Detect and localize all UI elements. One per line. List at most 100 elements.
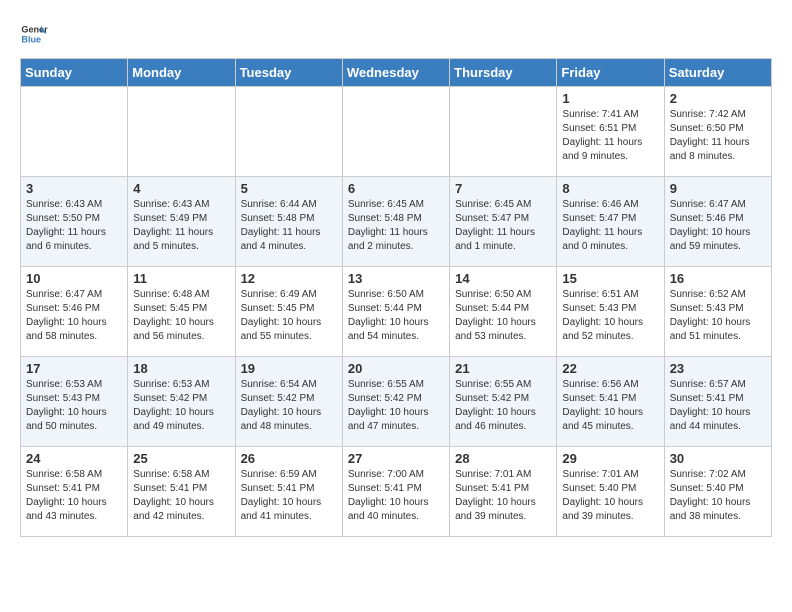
- weekday-header: Thursday: [450, 59, 557, 87]
- calendar-cell: 19Sunrise: 6:54 AM Sunset: 5:42 PM Dayli…: [235, 357, 342, 447]
- calendar-cell: 8Sunrise: 6:46 AM Sunset: 5:47 PM Daylig…: [557, 177, 664, 267]
- calendar-cell: 6 Sunrise: 6:45 AM Sunset: 5:48 PM Daylig…: [342, 177, 449, 267]
- day-info: Sunrise: 6:44 AM Sunset: 5:48 PM Dayligh…: [241, 198, 337, 254]
- day-number: 6: [348, 181, 444, 196]
- day-info: Sunrise: 6:54 AM Sunset: 5:42 PM Dayligh…: [241, 378, 337, 434]
- day-number: 18: [133, 361, 229, 376]
- day-info: Sunrise: 6:43 AM Sunset: 5:50 PM Dayligh…: [26, 198, 122, 254]
- day-info: Sunrise: 6:55 AM Sunset: 5:42 PM Dayligh…: [348, 378, 444, 434]
- day-info: Sunrise: 6:58 AM Sunset: 5:41 PM Dayligh…: [133, 468, 229, 524]
- calendar-cell: 15 Sunrise: 6:51 AM Sunset: 5:43 PM Dayli…: [557, 267, 664, 357]
- calendar-cell: 1Sunrise: 7:41 AM Sunset: 6:51 PM Daylig…: [557, 87, 664, 177]
- day-number: 10: [26, 271, 122, 286]
- day-number: 22: [562, 361, 658, 376]
- day-info: Sunrise: 6:47 AM Sunset: 5:46 PM Dayligh…: [670, 198, 766, 254]
- day-info: Sunrise: 7:01 AM Sunset: 5:40 PM Dayligh…: [562, 468, 658, 524]
- day-info: Sunrise: 6:51 AM Sunset: 5:43 PM Dayligh…: [562, 288, 658, 344]
- day-info: Sunrise: 6:59 AM Sunset: 5:41 PM Dayligh…: [241, 468, 337, 524]
- day-number: 5: [241, 181, 337, 196]
- weekday-header: Wednesday: [342, 59, 449, 87]
- calendar-week-row: 1Sunrise: 7:41 AM Sunset: 6:51 PM Daylig…: [21, 87, 772, 177]
- weekday-header: Saturday: [664, 59, 771, 87]
- calendar-cell: 7 Sunrise: 6:45 AM Sunset: 5:47 PM Daylig…: [450, 177, 557, 267]
- calendar-cell: 11 Sunrise: 6:48 AM Sunset: 5:45 PM Dayli…: [128, 267, 235, 357]
- svg-text:Blue: Blue: [21, 34, 41, 44]
- day-info: Sunrise: 6:53 AM Sunset: 5:43 PM Dayligh…: [26, 378, 122, 434]
- day-number: 17: [26, 361, 122, 376]
- day-info: Sunrise: 6:45 AM Sunset: 5:47 PM Dayligh…: [455, 198, 551, 254]
- day-info: Sunrise: 6:56 AM Sunset: 5:41 PM Dayligh…: [562, 378, 658, 434]
- calendar-cell: 17 Sunrise: 6:53 AM Sunset: 5:43 PM Dayli…: [21, 357, 128, 447]
- calendar-body: 1Sunrise: 7:41 AM Sunset: 6:51 PM Daylig…: [21, 87, 772, 537]
- day-number: 20: [348, 361, 444, 376]
- day-info: Sunrise: 6:53 AM Sunset: 5:42 PM Dayligh…: [133, 378, 229, 434]
- day-info: Sunrise: 6:45 AM Sunset: 5:48 PM Dayligh…: [348, 198, 444, 254]
- day-number: 15: [562, 271, 658, 286]
- calendar-cell: [342, 87, 449, 177]
- logo-icon: General Blue: [20, 20, 48, 48]
- calendar-week-row: 10Sunrise: 6:47 AM Sunset: 5:46 PM Dayli…: [21, 267, 772, 357]
- calendar-cell: 3 Sunrise: 6:43 AM Sunset: 5:50 PM Daylig…: [21, 177, 128, 267]
- day-number: 11: [133, 271, 229, 286]
- day-number: 12: [241, 271, 337, 286]
- calendar-cell: 13 Sunrise: 6:50 AM Sunset: 5:44 PM Dayli…: [342, 267, 449, 357]
- day-info: Sunrise: 6:43 AM Sunset: 5:49 PM Dayligh…: [133, 198, 229, 254]
- day-number: 16: [670, 271, 766, 286]
- day-number: 21: [455, 361, 551, 376]
- calendar-cell: 25 Sunrise: 6:58 AM Sunset: 5:41 PM Dayli…: [128, 447, 235, 537]
- day-number: 30: [670, 451, 766, 466]
- day-number: 23: [670, 361, 766, 376]
- day-number: 14: [455, 271, 551, 286]
- day-info: Sunrise: 6:49 AM Sunset: 5:45 PM Dayligh…: [241, 288, 337, 344]
- day-info: Sunrise: 6:57 AM Sunset: 5:41 PM Dayligh…: [670, 378, 766, 434]
- calendar-cell: 21 Sunrise: 6:55 AM Sunset: 5:42 PM Dayli…: [450, 357, 557, 447]
- day-info: Sunrise: 6:55 AM Sunset: 5:42 PM Dayligh…: [455, 378, 551, 434]
- day-number: 9: [670, 181, 766, 196]
- calendar-cell: 2 Sunrise: 7:42 AM Sunset: 6:50 PM Daylig…: [664, 87, 771, 177]
- day-number: 29: [562, 451, 658, 466]
- calendar-cell: 14 Sunrise: 6:50 AM Sunset: 5:44 PM Dayli…: [450, 267, 557, 357]
- calendar-cell: 22 Sunrise: 6:56 AM Sunset: 5:41 PM Dayli…: [557, 357, 664, 447]
- day-info: Sunrise: 6:50 AM Sunset: 5:44 PM Dayligh…: [348, 288, 444, 344]
- day-number: 28: [455, 451, 551, 466]
- day-number: 3: [26, 181, 122, 196]
- calendar-cell: 24 Sunrise: 6:58 AM Sunset: 5:41 PM Dayli…: [21, 447, 128, 537]
- day-number: 27: [348, 451, 444, 466]
- calendar-cell: 28Sunrise: 7:01 AM Sunset: 5:41 PM Dayli…: [450, 447, 557, 537]
- calendar-cell: [235, 87, 342, 177]
- day-info: Sunrise: 6:50 AM Sunset: 5:44 PM Dayligh…: [455, 288, 551, 344]
- day-number: 2: [670, 91, 766, 106]
- calendar-cell: [450, 87, 557, 177]
- calendar-cell: 26 Sunrise: 6:59 AM Sunset: 5:41 PM Dayli…: [235, 447, 342, 537]
- calendar-week-row: 24 Sunrise: 6:58 AM Sunset: 5:41 PM Dayli…: [21, 447, 772, 537]
- calendar-cell: 18 Sunrise: 6:53 AM Sunset: 5:42 PM Dayli…: [128, 357, 235, 447]
- calendar-cell: 5 Sunrise: 6:44 AM Sunset: 5:48 PM Daylig…: [235, 177, 342, 267]
- day-info: Sunrise: 6:52 AM Sunset: 5:43 PM Dayligh…: [670, 288, 766, 344]
- calendar-cell: 27 Sunrise: 7:00 AM Sunset: 5:41 PM Dayli…: [342, 447, 449, 537]
- header: General Blue: [20, 20, 772, 48]
- day-number: 4: [133, 181, 229, 196]
- calendar-week-row: 17 Sunrise: 6:53 AM Sunset: 5:43 PM Dayli…: [21, 357, 772, 447]
- day-info: Sunrise: 7:42 AM Sunset: 6:50 PM Dayligh…: [670, 108, 766, 164]
- calendar-cell: [128, 87, 235, 177]
- day-number: 25: [133, 451, 229, 466]
- day-number: 1: [562, 91, 658, 106]
- weekday-header: Tuesday: [235, 59, 342, 87]
- calendar-cell: 12 Sunrise: 6:49 AM Sunset: 5:45 PM Dayli…: [235, 267, 342, 357]
- day-info: Sunrise: 7:00 AM Sunset: 5:41 PM Dayligh…: [348, 468, 444, 524]
- calendar-cell: 16 Sunrise: 6:52 AM Sunset: 5:43 PM Dayli…: [664, 267, 771, 357]
- calendar-cell: 29 Sunrise: 7:01 AM Sunset: 5:40 PM Dayli…: [557, 447, 664, 537]
- calendar-cell: [21, 87, 128, 177]
- calendar-week-row: 3 Sunrise: 6:43 AM Sunset: 5:50 PM Daylig…: [21, 177, 772, 267]
- weekday-header: Monday: [128, 59, 235, 87]
- day-number: 7: [455, 181, 551, 196]
- day-number: 13: [348, 271, 444, 286]
- calendar-cell: 9 Sunrise: 6:47 AM Sunset: 5:46 PM Daylig…: [664, 177, 771, 267]
- day-info: Sunrise: 6:48 AM Sunset: 5:45 PM Dayligh…: [133, 288, 229, 344]
- weekday-header: Sunday: [21, 59, 128, 87]
- day-number: 24: [26, 451, 122, 466]
- day-number: 8: [562, 181, 658, 196]
- calendar-cell: 4 Sunrise: 6:43 AM Sunset: 5:49 PM Daylig…: [128, 177, 235, 267]
- day-info: Sunrise: 6:58 AM Sunset: 5:41 PM Dayligh…: [26, 468, 122, 524]
- day-number: 26: [241, 451, 337, 466]
